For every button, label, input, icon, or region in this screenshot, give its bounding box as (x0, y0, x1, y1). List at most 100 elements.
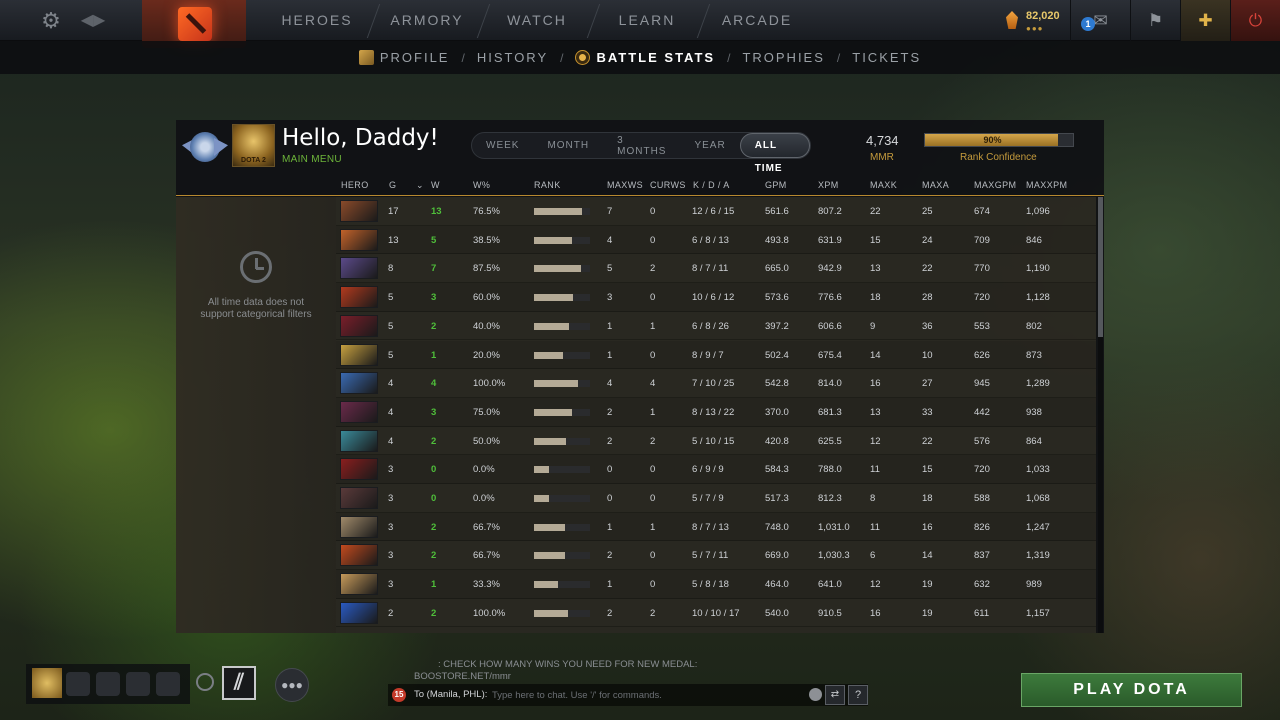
nav-arcade[interactable]: ARCADE (702, 0, 812, 41)
table-row[interactable]: 3 0 0.0% 0 0 6 / 9 / 9 584.3 788.0 11 15 720 1,033 (336, 455, 1096, 484)
party-slot[interactable] (66, 672, 90, 696)
table-row[interactable]: 3 2 66.7% 1 1 8 / 7 / 13 748.0 1,031.0 11 16 826 1,… (336, 512, 1096, 542)
power-icon[interactable]: ⏻ (1230, 0, 1280, 41)
avatar[interactable]: DOTA 2 (232, 124, 275, 167)
rank-medal-icon[interactable] (182, 124, 228, 170)
games-cell: 13 (388, 234, 399, 246)
nav-learn[interactable]: LEARN (592, 0, 702, 41)
mail-button[interactable]: 1 ✉ (1070, 0, 1130, 41)
table-row[interactable]: 3 0 0.0% 0 0 5 / 7 / 9 517.3 812.3 8 18 588 1,068 (336, 484, 1096, 513)
hero-portrait-icon[interactable] (340, 544, 378, 567)
chat-unread-badge[interactable]: 15 (392, 688, 406, 702)
hero-portrait-icon[interactable] (340, 458, 378, 481)
chat-icon[interactable]: ⇄ (825, 685, 845, 705)
table-row[interactable]: 5 3 60.0% 3 0 10 / 6 / 12 573.6 776.6 18 28 720 1,1… (336, 283, 1096, 312)
maxws-cell: 1 (607, 320, 613, 332)
subnav-profile[interactable]: PROFILE (358, 50, 450, 65)
table-row[interactable]: 3 1 33.3% 1 0 5 / 8 / 18 464.0 641.0 12 19 632 989 (336, 570, 1096, 599)
filter-week[interactable]: WEEK (472, 140, 533, 151)
filter-month[interactable]: MONTH (533, 140, 603, 151)
table-row[interactable]: 8 7 87.5% 5 2 8 / 7 / 11 665.0 942.9 13 22 770 1,19… (336, 254, 1096, 284)
hero-portrait-icon[interactable] (340, 314, 378, 337)
subnav-profile-label: PROFILE (379, 50, 450, 65)
friends-icon[interactable]: ●●● (275, 668, 309, 702)
col-maxxpm[interactable]: MAXXPM (1026, 180, 1067, 190)
filter-all-time[interactable]: ALL TIME (739, 133, 810, 174)
table-row[interactable]: 13 5 38.5% 4 0 6 / 8 / 13 493.8 631.9 15 24 709 846 (336, 225, 1096, 255)
hero-portrait-icon[interactable] (340, 200, 378, 222)
hero-portrait-icon[interactable] (340, 228, 378, 251)
col-winrate[interactable]: W% (473, 180, 490, 190)
hero-portrait-icon[interactable] (340, 573, 378, 596)
chat-message-link[interactable]: BOOSTORE.NET/mmr (414, 671, 511, 682)
armory-icon[interactable]: ⚑ (1130, 0, 1180, 41)
col-maxgpm[interactable]: MAXGPM (974, 180, 1016, 190)
filter-year[interactable]: YEAR (680, 140, 739, 151)
hero-portrait-icon[interactable] (340, 400, 378, 423)
main-menu-link[interactable]: MAIN MENU (282, 154, 342, 165)
chat-channel-label[interactable]: To (Manila, PHL): (414, 689, 487, 700)
sort-chevron-icon[interactable]: ⌄ (416, 180, 424, 191)
nav-armory[interactable]: ARMORY (372, 0, 482, 41)
hero-portrait-icon[interactable] (340, 343, 378, 366)
filter-3-months[interactable]: 3 MONTHS (603, 135, 680, 157)
subnav-history[interactable]: HISTORY (477, 50, 548, 65)
table-row[interactable]: 4 4 100.0% 4 4 7 / 10 / 25 542.8 814.0 16 27 945 1,… (336, 369, 1096, 398)
col-maxws[interactable]: MAXWS (607, 180, 643, 190)
table-row[interactable]: 4 3 75.0% 2 1 8 / 13 / 22 370.0 681.3 13 33 442 938 (336, 397, 1096, 427)
headset-icon[interactable] (196, 673, 214, 691)
games-cell: 5 (388, 292, 394, 304)
table-row[interactable]: 4 2 50.0% 2 2 5 / 10 / 15 420.8 625.5 12 22 576 864 (336, 427, 1096, 456)
subnav-tickets[interactable]: TICKETS (852, 50, 921, 65)
hero-portrait-icon[interactable] (340, 429, 378, 452)
col-games[interactable]: G (389, 180, 396, 190)
chat-input[interactable] (492, 686, 792, 704)
col-rank[interactable]: RANK (534, 180, 561, 190)
dota-plus-button[interactable]: ⫽ (222, 666, 256, 700)
hero-portrait-icon[interactable] (340, 601, 378, 624)
party-slot[interactable] (126, 672, 150, 696)
maxxpm-cell: 873 (1026, 349, 1042, 361)
col-gpm[interactable]: GPM (765, 180, 787, 190)
rank-bar-fill (534, 609, 568, 617)
scrollbar-thumb[interactable] (1098, 197, 1103, 337)
table-row[interactable]: 17 13 76.5% 7 0 12 / 6 / 15 561.6 807.2 22 25 674 1… (336, 197, 1096, 226)
party-avatar[interactable] (32, 668, 62, 698)
main-nav: HEROES ARMORY WATCH LEARN ARCADE (262, 0, 812, 41)
shard-currency[interactable]: 82,020 ●●● (1004, 8, 1076, 34)
maxxpm-cell: 1,096 (1026, 206, 1050, 217)
col-curws[interactable]: CURWS (650, 180, 686, 190)
rank-bar-fill (534, 466, 549, 474)
nav-heroes[interactable]: HEROES (262, 0, 372, 41)
gpm-cell: 573.6 (765, 292, 789, 304)
kda-cell: 8 / 7 / 13 (692, 521, 729, 533)
help-icon[interactable]: ? (848, 685, 868, 705)
party-slot[interactable] (156, 672, 180, 696)
play-dota-button[interactable]: PLAY DOTA (1021, 673, 1242, 707)
table-row[interactable]: 3 2 66.7% 2 0 5 / 7 / 11 669.0 1,030.3 6 14 837 1,3… (336, 541, 1096, 571)
hero-portrait-icon[interactable] (340, 257, 378, 280)
emoji-icon[interactable] (809, 688, 822, 701)
col-xpm[interactable]: XPM (818, 180, 839, 190)
hero-portrait-icon[interactable] (340, 372, 378, 395)
col-wins[interactable]: W (431, 180, 440, 190)
col-kda[interactable]: K / D / A (693, 180, 730, 190)
col-maxa[interactable]: MAXA (922, 180, 949, 190)
subnav-trophies[interactable]: TROPHIES (742, 50, 824, 65)
hero-portrait-icon[interactable] (340, 515, 378, 538)
hero-portrait-icon[interactable] (340, 286, 378, 309)
back-arrow-icon[interactable]: ◀▶ (78, 8, 108, 34)
subnav-battle-stats[interactable]: BATTLE STATS (575, 50, 715, 65)
col-hero[interactable]: HERO (341, 180, 369, 190)
table-row[interactable]: 2 2 100.0% 2 2 10 / 10 / 17 540.0 910.5 16 19 611 1… (336, 599, 1096, 628)
gear-icon[interactable]: ⚙ (38, 8, 64, 34)
table-scrollbar[interactable] (1098, 197, 1103, 633)
nav-watch[interactable]: WATCH (482, 0, 592, 41)
plus-icon[interactable]: ✚ (1180, 0, 1230, 41)
party-slot[interactable] (96, 672, 120, 696)
table-row[interactable]: 5 1 20.0% 1 0 8 / 9 / 7 502.4 675.4 14 10 626 873 (336, 340, 1096, 370)
hero-portrait-icon[interactable] (340, 487, 378, 509)
xpm-cell: 606.6 (818, 320, 842, 332)
table-row[interactable]: 5 2 40.0% 1 1 6 / 8 / 26 397.2 606.6 9 36 553 802 (336, 312, 1096, 341)
col-maxk[interactable]: MAXK (870, 180, 897, 190)
